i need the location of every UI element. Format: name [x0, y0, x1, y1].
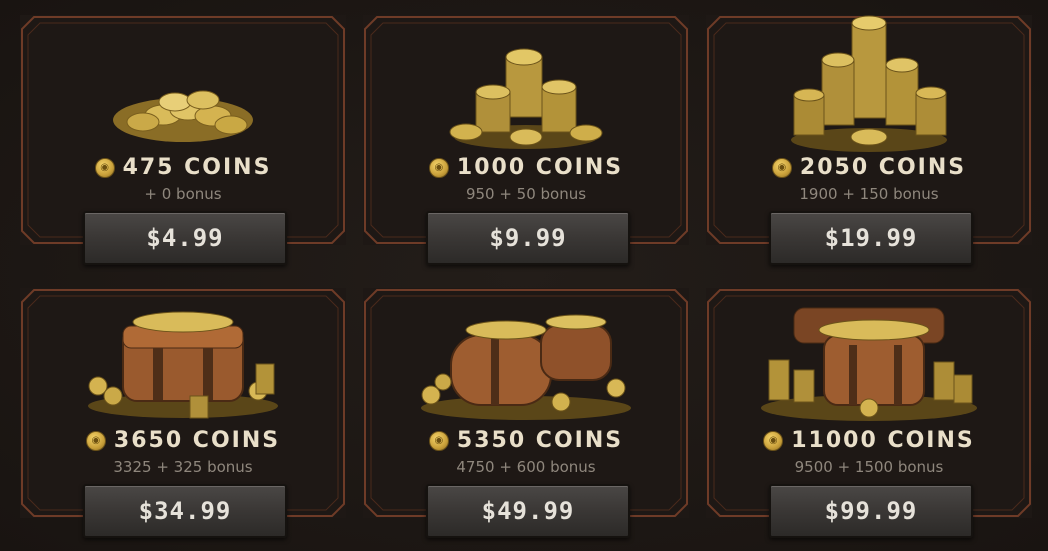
coin-pack-card: ◉ 1000 COINS 950 + 50 bonus $9.99 [363, 15, 689, 265]
pack-title: 3650 COINS [113, 428, 281, 453]
buy-button[interactable]: $9.99 [426, 211, 630, 265]
pack-title: 475 COINS [122, 155, 272, 180]
pack-bonus: + 0 bonus [144, 185, 222, 203]
coin-pack-card: ◉ 2050 COINS 1900 + 150 bonus $19.99 [706, 15, 1032, 265]
buy-button[interactable]: $99.99 [769, 484, 973, 538]
price-label: $4.99 [146, 224, 224, 252]
treasure-hoard-icon [761, 307, 977, 421]
price-label: $19.99 [824, 224, 918, 252]
pack-bonus: 9500 + 1500 bonus [794, 458, 944, 476]
coin-satchel-icon [88, 311, 278, 419]
buy-button[interactable]: $34.99 [83, 484, 287, 538]
pack-title: 1000 COINS [456, 155, 624, 180]
pack-bonus: 4750 + 600 bonus [456, 458, 596, 476]
coin-stacks-icon [449, 48, 603, 149]
buy-button[interactable]: $4.99 [83, 211, 287, 265]
buy-button[interactable]: $19.99 [769, 211, 973, 265]
pack-bonus: 3325 + 325 bonus [113, 458, 253, 476]
coin-icon: ◉ [85, 430, 106, 451]
coin-bags-icon [421, 314, 631, 420]
price-label: $34.99 [138, 497, 232, 525]
coin-icon: ◉ [771, 157, 792, 178]
large-coin-stacks-icon [791, 15, 947, 152]
pack-title-row: ◉ 11000 COINS [706, 428, 1032, 453]
pack-title-row: ◉ 2050 COINS [706, 155, 1032, 180]
price-label: $9.99 [489, 224, 567, 252]
pack-bonus: 1900 + 150 bonus [799, 185, 939, 203]
coin-pack-card: ◉ 5350 COINS 4750 + 600 bonus $49.99 [363, 288, 689, 538]
coin-pack-card: ◉ 475 COINS + 0 bonus $4.99 [20, 15, 346, 265]
coin-icon: ◉ [763, 430, 784, 451]
coin-icon: ◉ [94, 157, 115, 178]
price-label: $49.99 [481, 497, 575, 525]
pack-title-row: ◉ 475 COINS [20, 155, 346, 180]
pack-title-row: ◉ 5350 COINS [363, 428, 689, 453]
small-coin-pile-icon [113, 90, 253, 142]
buy-button[interactable]: $49.99 [426, 484, 630, 538]
coin-pack-card: ◉ 3650 COINS 3325 + 325 bonus $34.99 [20, 288, 346, 538]
coin-store-grid: ◉ 475 COINS + 0 bonus $4.99 ◉ 1000 COINS… [0, 0, 1048, 551]
coin-icon: ◉ [428, 157, 449, 178]
price-label: $99.99 [824, 497, 918, 525]
pack-bonus: 950 + 50 bonus [465, 185, 587, 203]
coin-pack-card: ◉ 11000 COINS 9500 + 1500 bonus $99.99 [706, 288, 1032, 538]
pack-title-row: ◉ 1000 COINS [363, 155, 689, 180]
pack-title: 2050 COINS [799, 155, 967, 180]
pack-title: 11000 COINS [791, 428, 975, 453]
pack-title-row: ◉ 3650 COINS [20, 428, 346, 453]
pack-title: 5350 COINS [456, 428, 624, 453]
coin-icon: ◉ [428, 430, 449, 451]
